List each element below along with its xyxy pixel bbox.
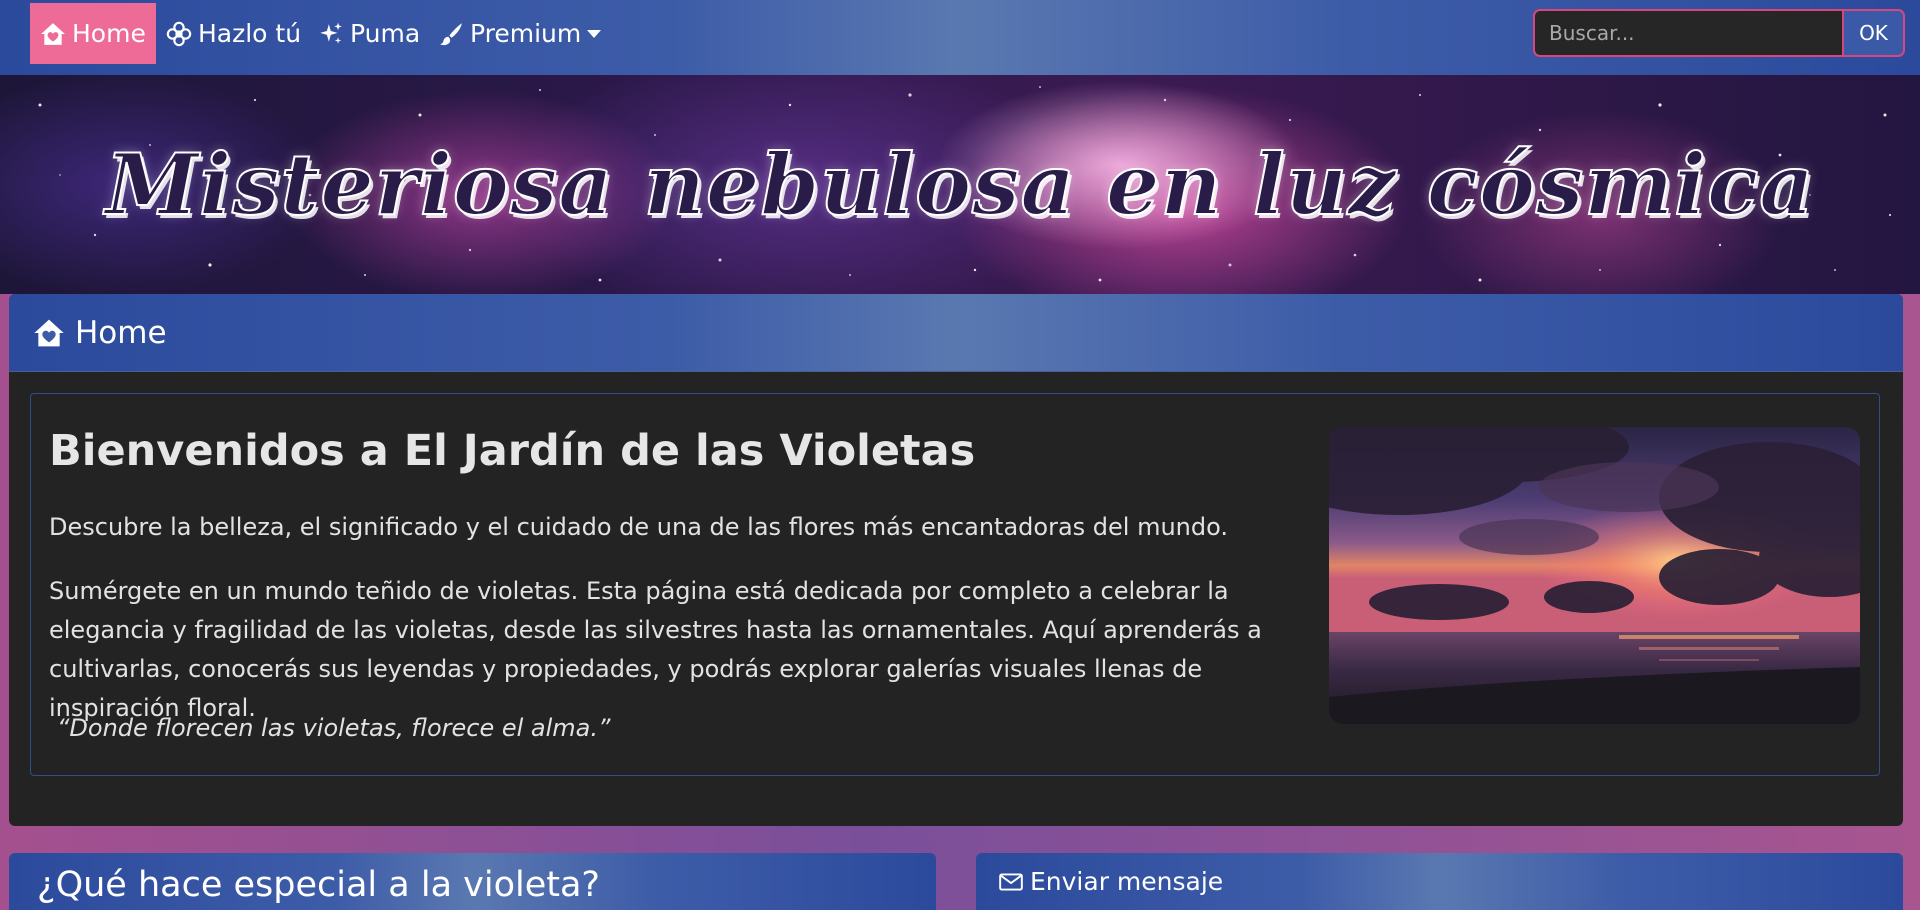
special-violet-title: ¿Qué hace especial a la violeta?	[37, 865, 601, 905]
brush-icon	[440, 22, 462, 45]
hero-banner: Misteriosa nebulosa en luz cósmica	[0, 75, 1920, 294]
welcome-body: Sumérgete en un mundo teñido de violetas…	[49, 577, 1262, 722]
nav-item-hazlo-tu-label: Hazlo tú	[198, 19, 302, 48]
house-heart-icon	[34, 319, 64, 346]
search-form: OK	[1533, 9, 1905, 57]
nav-item-puma-label: Puma	[350, 19, 421, 48]
home-card: Home Bienvenidos a El Jardín de las Viol…	[9, 294, 1903, 826]
welcome-quote: “Donde florecen las violetas, florece el…	[57, 714, 611, 742]
send-message-title-row: Enviar mensaje	[998, 867, 1223, 896]
nav-item-premium[interactable]: Premium	[438, 3, 602, 64]
top-navbar: Home Hazlo tú Puma Premium Buscar... OK	[0, 0, 1920, 75]
welcome-section: Bienvenidos a El Jardín de las Violetas …	[30, 393, 1880, 776]
sunset-image	[1329, 427, 1860, 724]
nav-item-premium-label: Premium	[470, 19, 582, 48]
welcome-title: Bienvenidos a El Jardín de las Violetas	[49, 426, 976, 476]
send-message-title: Enviar mensaje	[1030, 867, 1224, 896]
search-input[interactable]	[1533, 9, 1842, 57]
envelope-icon	[999, 872, 1023, 891]
banner-title: Misteriosa nebulosa en luz cósmica	[104, 134, 1815, 235]
search-submit-button[interactable]: OK	[1842, 9, 1905, 57]
send-message-panel: Enviar mensaje	[976, 853, 1903, 910]
chevron-down-icon	[587, 29, 602, 38]
nav-item-home-label: Home	[72, 19, 146, 48]
card-header: Home	[9, 294, 1903, 372]
nav-item-puma[interactable]: Puma	[318, 3, 420, 64]
nav-item-home[interactable]: Home	[30, 3, 156, 64]
welcome-lead: Descubre la belleza, el significado y el…	[49, 513, 1228, 541]
flower-icon	[166, 21, 192, 46]
nav-item-hazlo-tu[interactable]: Hazlo tú	[166, 3, 301, 64]
sparkles-icon	[320, 22, 342, 44]
card-header-title: Home	[75, 314, 167, 351]
house-heart-icon	[41, 22, 65, 45]
special-violet-panel: ¿Qué hace especial a la violeta?	[9, 853, 936, 910]
